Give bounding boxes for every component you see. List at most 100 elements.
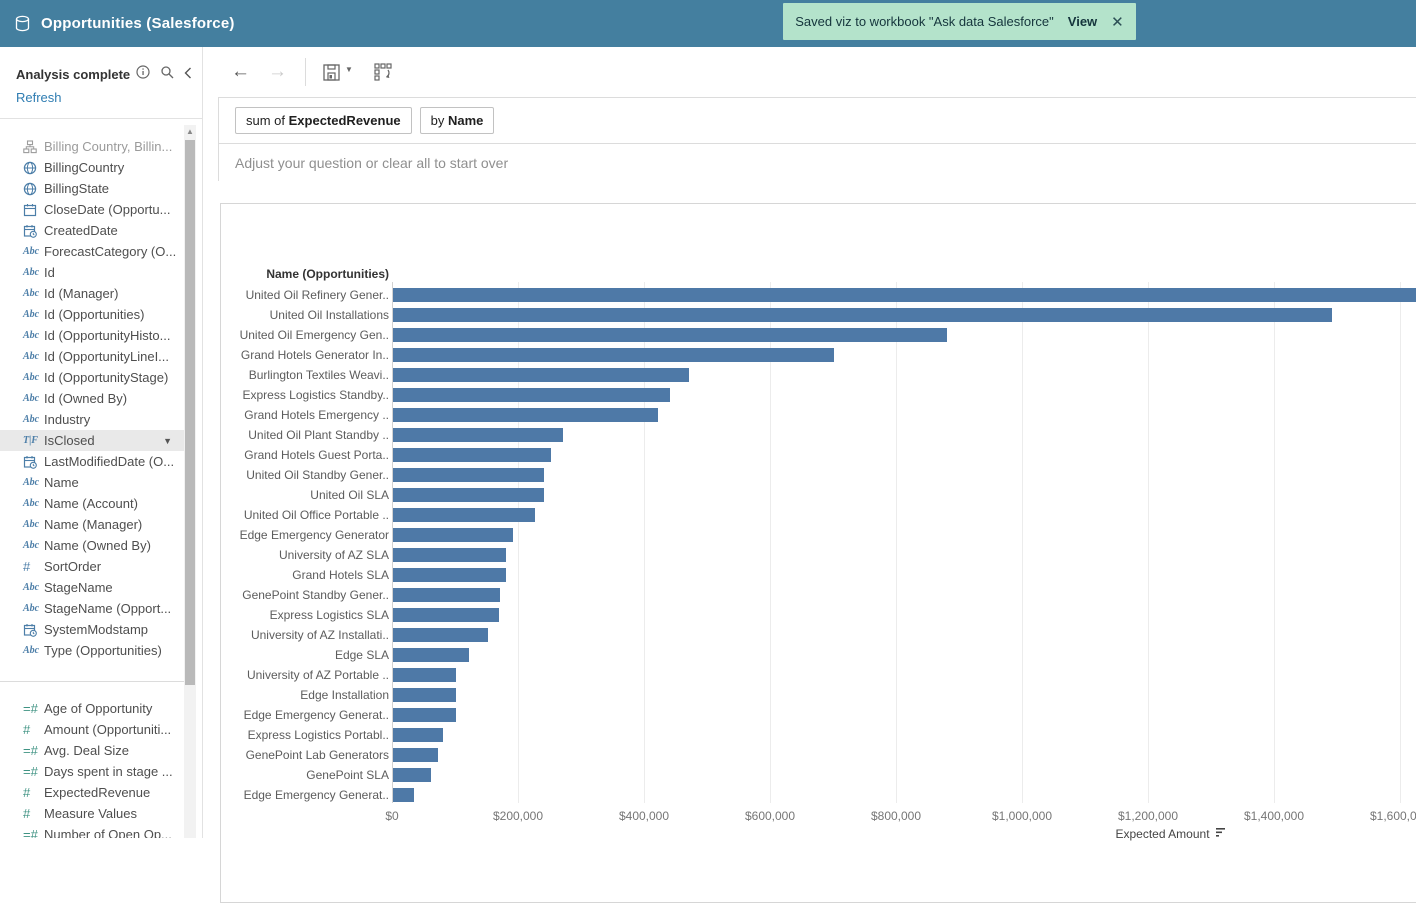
swap-axes-icon[interactable] (373, 62, 393, 82)
back-arrow-icon[interactable]: ← (231, 61, 250, 83)
collapse-pane-icon[interactable] (184, 66, 192, 84)
bar[interactable] (393, 548, 506, 562)
chevron-down-icon[interactable]: ▼ (163, 436, 172, 446)
field-item[interactable]: SystemModstamp (0, 619, 184, 640)
field-label: Billing Country, Billin... (44, 139, 172, 154)
toast-message: Saved viz to workbook "Ask data Salesfor… (795, 14, 1054, 29)
field-label: ForecastCategory (O... (44, 244, 176, 259)
measure-item[interactable]: =#Number of Open Op... (0, 824, 184, 838)
field-item[interactable]: T|FIsClosed▼ (0, 430, 184, 451)
field-item[interactable]: AbcName (Manager) (0, 514, 184, 535)
field-item[interactable]: AbcId (Manager) (0, 283, 184, 304)
field-item[interactable]: BillingCountry (0, 157, 184, 178)
field-item[interactable]: AbcName (Account) (0, 493, 184, 514)
bar[interactable] (393, 648, 469, 662)
abc-icon: Abc (23, 372, 44, 383)
scrollbar-thumb[interactable] (185, 140, 195, 685)
bar[interactable] (393, 508, 535, 522)
save-dropdown-caret-icon[interactable]: ▼ (345, 65, 353, 74)
bar[interactable] (393, 428, 563, 442)
field-item[interactable]: AbcId (Owned By) (0, 388, 184, 409)
category-label: Grand Hotels Guest Porta.. (221, 448, 389, 462)
search-icon[interactable] (160, 65, 174, 84)
measure-item[interactable]: #ExpectedRevenue (0, 782, 184, 803)
forward-arrow-icon[interactable]: → (268, 61, 287, 83)
field-label: CloseDate (Opportu... (44, 202, 170, 217)
bar[interactable] (393, 408, 658, 422)
bar[interactable] (393, 688, 456, 702)
field-item[interactable]: AbcType (Opportunities) (0, 640, 184, 661)
field-item[interactable]: AbcId (OpportunityHisto... (0, 325, 184, 346)
gridline (896, 282, 897, 803)
measure-item[interactable]: #Amount (Opportuniti... (0, 719, 184, 740)
field-item[interactable]: AbcName (Owned By) (0, 535, 184, 556)
bar[interactable] (393, 488, 544, 502)
sort-descending-icon[interactable] (1216, 827, 1227, 841)
app-header: Opportunities (Salesforce) (0, 0, 1416, 47)
measure-item[interactable]: =#Avg. Deal Size (0, 740, 184, 761)
bar[interactable] (393, 768, 431, 782)
field-item[interactable]: #SortOrder (0, 556, 184, 577)
measure-item[interactable]: =#Days spent in stage ... (0, 761, 184, 782)
info-icon[interactable] (136, 65, 150, 84)
bar[interactable] (393, 368, 689, 382)
measure-item[interactable]: #Measure Values (0, 803, 184, 824)
bar[interactable] (393, 528, 513, 542)
bar[interactable] (393, 348, 834, 362)
field-item[interactable]: AbcId (Opportunities) (0, 304, 184, 325)
category-label: United Oil Refinery Gener.. (221, 288, 389, 302)
datasource-icon (14, 15, 31, 32)
field-item[interactable]: AbcIndustry (0, 409, 184, 430)
bar[interactable] (393, 788, 414, 802)
field-item[interactable]: CreatedDate (0, 220, 184, 241)
x-axis-title[interactable]: Expected Amount (1061, 827, 1281, 841)
bar[interactable] (393, 328, 947, 342)
field-item[interactable]: AbcId (0, 262, 184, 283)
viz-card: Name (Opportunities) United Oil Refinery… (220, 203, 1416, 903)
close-icon[interactable]: ✕ (1111, 13, 1124, 31)
sidebar-scrollbar[interactable]: ▲ (184, 125, 196, 838)
field-item[interactable]: CloseDate (Opportu... (0, 199, 184, 220)
toast-view-button[interactable]: View (1068, 14, 1097, 29)
abc-icon: Abc (23, 477, 44, 488)
bar[interactable] (393, 468, 544, 482)
field-item[interactable]: Billing Country, Billin... (0, 136, 184, 157)
bar[interactable] (393, 608, 499, 622)
scroll-up-icon[interactable]: ▲ (186, 127, 194, 136)
bar[interactable] (393, 728, 443, 742)
query-section: sum of ExpectedRevenue by Name Adjust you… (218, 97, 1416, 181)
refresh-link[interactable]: Refresh (16, 90, 62, 105)
abc-icon: Abc (23, 519, 44, 530)
save-icon[interactable]: ▼ (322, 63, 353, 82)
bar[interactable] (393, 568, 506, 582)
category-label: GenePoint Lab Generators (221, 748, 389, 762)
query-pill[interactable]: by Name (420, 107, 495, 134)
bar[interactable] (393, 448, 551, 462)
field-item[interactable]: AbcStageName (0, 577, 184, 598)
question-input[interactable]: Adjust your question or clear all to sta… (219, 144, 1416, 181)
field-item[interactable]: AbcName (0, 472, 184, 493)
axis-tick-label: $1,000,000 (957, 809, 1087, 823)
bar[interactable] (393, 588, 500, 602)
bar[interactable] (393, 708, 456, 722)
field-item[interactable]: AbcId (OpportunityStage) (0, 367, 184, 388)
field-label: Measure Values (44, 806, 137, 821)
abc-icon: Abc (23, 330, 44, 341)
field-label: Days spent in stage ... (44, 764, 173, 779)
abc-icon: Abc (23, 309, 44, 320)
bar[interactable] (393, 388, 670, 402)
bar[interactable] (393, 288, 1416, 302)
field-item[interactable]: AbcStageName (Opport... (0, 598, 184, 619)
bar[interactable] (393, 628, 488, 642)
measure-item[interactable]: =#Age of Opportunity (0, 698, 184, 719)
query-pill[interactable]: sum of ExpectedRevenue (235, 107, 412, 134)
field-item[interactable]: AbcId (OpportunityLineI... (0, 346, 184, 367)
bar[interactable] (393, 748, 438, 762)
abc-icon: Abc (23, 498, 44, 509)
bar[interactable] (393, 668, 456, 682)
bar[interactable] (393, 308, 1332, 322)
calendar-icon (23, 203, 44, 217)
field-item[interactable]: AbcForecastCategory (O... (0, 241, 184, 262)
field-item[interactable]: BillingState (0, 178, 184, 199)
field-item[interactable]: LastModifiedDate (O... (0, 451, 184, 472)
